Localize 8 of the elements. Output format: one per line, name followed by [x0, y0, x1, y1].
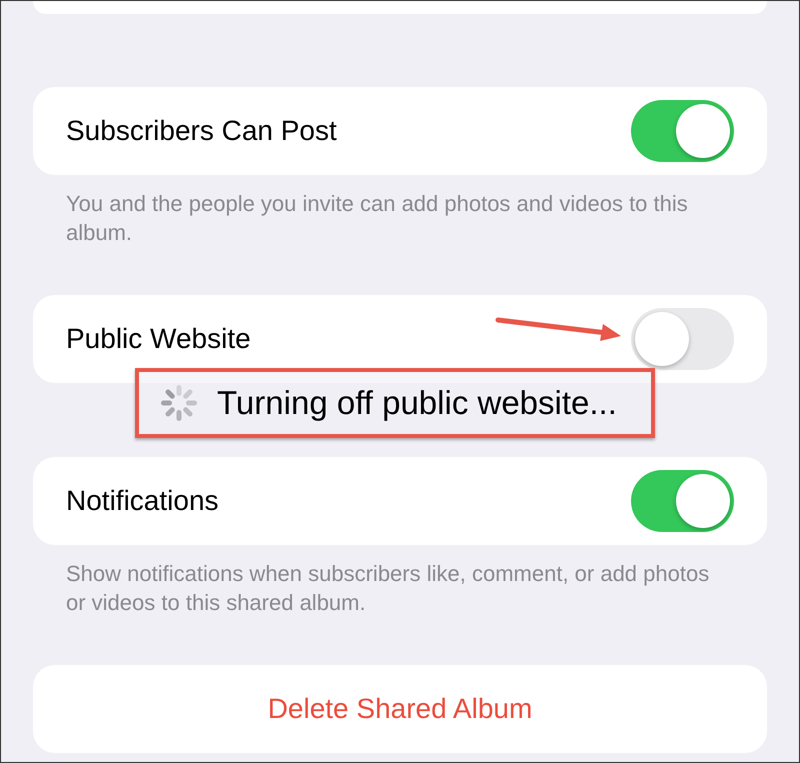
row-label: Public Website — [66, 323, 251, 355]
delete-button[interactable]: Delete Shared Album — [268, 693, 532, 725]
row-label: Subscribers Can Post — [66, 115, 337, 147]
footer-text: Show notifications when subscribers like, comment, or add photos or videos to this shared album. — [66, 560, 710, 617]
row-label: Notifications — [66, 485, 219, 517]
footer-text: You and the people you invite can add photos and videos to this album. — [66, 190, 689, 247]
spinner-icon — [159, 383, 199, 423]
status-text: Turning off public website... — [217, 384, 617, 422]
